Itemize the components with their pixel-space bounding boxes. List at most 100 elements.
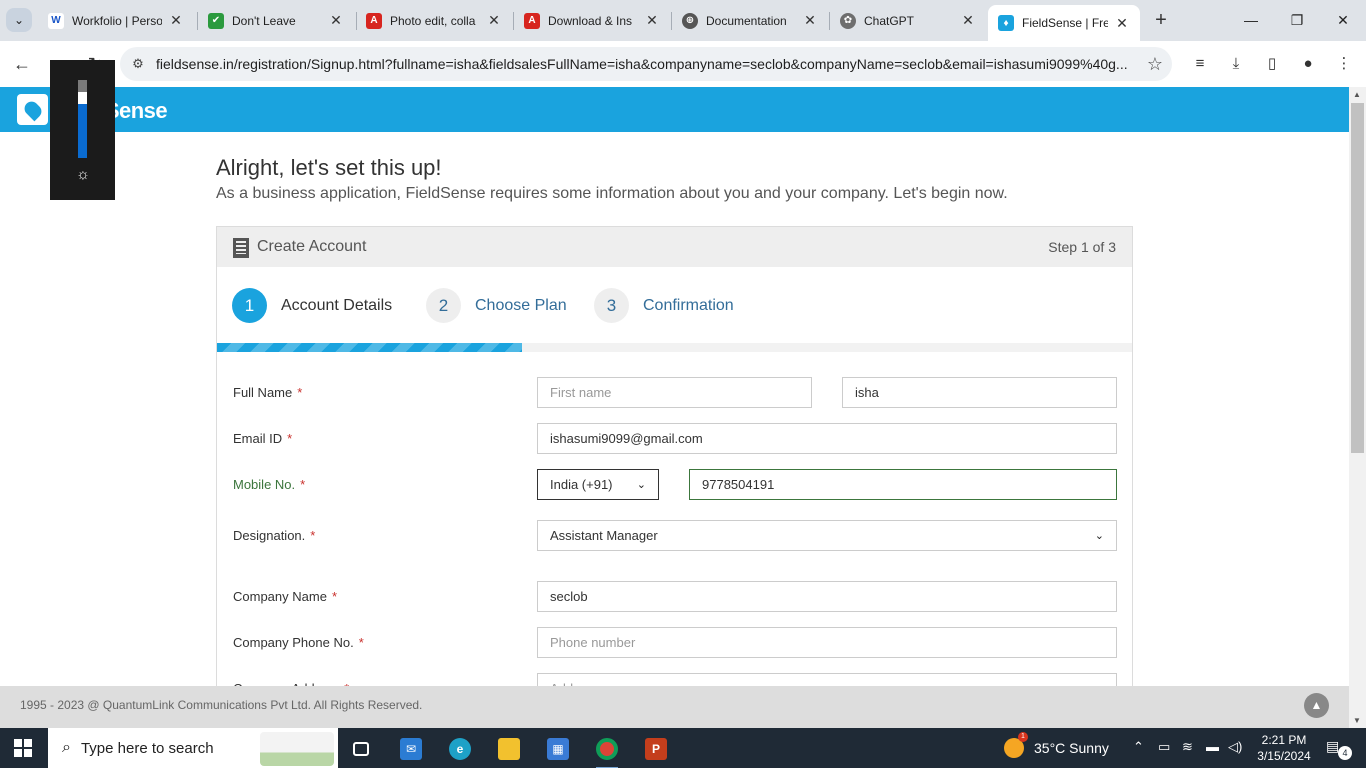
download-icon[interactable]: ⤓ (1223, 51, 1249, 77)
close-icon[interactable]: ✕ (644, 12, 660, 29)
country-code-value: India (+91) (550, 477, 613, 492)
brightness-slider[interactable] (78, 80, 87, 158)
tab-download[interactable]: A Download & Ins ✕ (514, 6, 670, 35)
tab-dont-leave[interactable]: ✔ Don't Leave ✕ (198, 6, 354, 35)
restore-icon: ❐ (1290, 12, 1304, 28)
chrome-icon[interactable] (592, 734, 622, 768)
company-phone-input[interactable]: Phone number (537, 627, 1117, 658)
close-icon[interactable]: ✕ (168, 12, 184, 29)
system-clock[interactable]: 2:21 PM 3/15/2024 (1256, 732, 1312, 764)
fieldsense-favicon-icon: ♦ (998, 15, 1014, 31)
meet-now-icon[interactable]: ▭ (1158, 739, 1170, 755)
search-icon: ⌕ (62, 739, 71, 756)
country-code-select[interactable]: India (+91) ⌄ (537, 469, 659, 500)
weather-widget[interactable]: 1 35°C Sunny (1004, 732, 1109, 758)
powerpoint-icon[interactable]: P (641, 734, 671, 764)
side-panel-icon[interactable]: ▯ (1259, 51, 1285, 77)
file-explorer-icon[interactable] (494, 734, 524, 764)
designation-label: Designation. * (233, 528, 316, 543)
globe-favicon-icon: ⊕ (682, 12, 698, 29)
page-subtitle: As a business application, FieldSense re… (216, 185, 1008, 202)
tab-title: FieldSense | Free (1022, 16, 1108, 30)
wizard-progress-bar (217, 343, 1132, 352)
step-label: Confirmation (643, 296, 734, 314)
close-icon[interactable]: ✕ (1114, 15, 1130, 32)
mobile-number-input[interactable]: 9778504191 (689, 469, 1117, 500)
tab-documentation[interactable]: ⊕ Documentation ✕ (672, 6, 828, 35)
fieldsense-logo-icon[interactable] (17, 94, 48, 125)
tab-photo-edit[interactable]: A Photo edit, colla ✕ (356, 6, 512, 35)
chevron-down-icon: ⌄ (13, 13, 25, 27)
weather-text: 35°C Sunny (1034, 740, 1109, 756)
step-label: Choose Plan (475, 296, 567, 314)
create-account-panel: Create Account Step 1 of 3 1 Account Det… (216, 226, 1133, 704)
wizard-steps: 1 Account Details 2 Choose Plan 3 Confir… (217, 267, 1132, 343)
notification-center-icon[interactable]: ▤ 4 (1326, 738, 1352, 760)
company-name-input[interactable]: seclob (537, 581, 1117, 612)
tab-title: Photo edit, colla (390, 13, 476, 28)
arrow-left-icon: ← (13, 54, 31, 74)
close-icon[interactable]: ✕ (960, 12, 976, 29)
step-number: 3 (594, 288, 629, 323)
last-name-input[interactable]: isha (842, 377, 1117, 408)
weather-sun-icon: 1 (1004, 732, 1028, 758)
profile-avatar-icon[interactable]: ● (1295, 51, 1321, 77)
tab-title: Workfolio | Perso (72, 13, 162, 28)
volume-icon[interactable]: ◁) (1228, 739, 1242, 755)
reading-list-icon[interactable]: ≡ (1187, 51, 1213, 77)
new-tab-button[interactable]: + (1150, 9, 1172, 31)
restore-button[interactable]: ❐ (1282, 8, 1312, 32)
edge-browser-icon[interactable]: e (445, 734, 475, 764)
store-icon[interactable]: ▦ (543, 734, 573, 764)
adobe-favicon-icon: A (366, 12, 382, 29)
slider-thumb[interactable] (78, 92, 87, 104)
mail-icon[interactable]: ✉ (396, 734, 426, 764)
step-confirmation[interactable]: 3 Confirmation (594, 288, 734, 323)
step-choose-plan[interactable]: 2 Choose Plan (426, 288, 567, 323)
tab-workfolio[interactable]: W Workfolio | Perso ✕ (38, 6, 194, 35)
email-field[interactable]: ishasumi9099@gmail.com (537, 423, 1117, 454)
menu-kebab-icon[interactable]: ⋮ (1331, 51, 1357, 77)
close-icon[interactable]: ✕ (486, 12, 502, 29)
page-scrollbar[interactable]: ▲ ▼ (1349, 87, 1366, 728)
first-name-input[interactable]: First name (537, 377, 812, 408)
building-icon (233, 238, 249, 258)
search-placeholder: Type here to search (80, 739, 214, 757)
adobe-favicon-icon: A (524, 12, 540, 29)
windows-start-icon[interactable] (14, 739, 32, 757)
windows-taskbar: ⌕ Type here to search ✉ e ▦ P 1 35°C Sun… (0, 728, 1366, 768)
tab-fieldsense[interactable]: ♦ FieldSense | Free ✕ (988, 5, 1140, 41)
tab-strip: ⌄ W Workfolio | Perso ✕ ✔ Don't Leave ✕ … (0, 0, 1366, 41)
back-button[interactable]: ← (9, 51, 35, 77)
tab-chatgpt[interactable]: ✿ ChatGPT ✕ (830, 6, 986, 35)
workfolio-favicon-icon: W (48, 12, 64, 29)
close-icon[interactable]: ✕ (802, 12, 818, 29)
designation-select[interactable]: Assistant Manager ⌄ (537, 520, 1117, 551)
checkbox-favicon-icon: ✔ (208, 12, 224, 29)
tab-title: Download & Ins (548, 13, 633, 28)
chevron-up-icon[interactable]: ⌃ (1133, 739, 1144, 755)
task-view-icon[interactable] (346, 734, 376, 764)
close-icon[interactable]: ✕ (328, 12, 344, 29)
plus-icon: + (1155, 9, 1167, 31)
site-info-icon[interactable]: ⚙ (120, 56, 156, 72)
page-footer: 1995 - 2023 @ QuantumLink Communications… (0, 686, 1349, 728)
minimize-button[interactable]: — (1236, 8, 1266, 32)
site-header: FieldSense (0, 87, 1349, 132)
step-account-details[interactable]: 1 Account Details (232, 288, 392, 323)
clock-date: 3/15/2024 (1257, 749, 1311, 763)
email-label: Email ID * (233, 431, 293, 446)
scrollbar-thumb[interactable] (1351, 103, 1364, 453)
wifi-icon[interactable]: ≋ (1182, 739, 1193, 755)
weather-badge: 1 (1018, 732, 1028, 742)
tab-search-button[interactable]: ⌄ (6, 8, 32, 32)
bookmark-star-icon[interactable]: ☆ (1138, 54, 1172, 75)
scroll-to-top-button[interactable]: ▲ (1304, 693, 1329, 718)
battery-icon[interactable]: ▬ (1206, 739, 1219, 754)
address-bar[interactable]: ⚙ fieldsense.in/registration/Signup.html… (120, 47, 1172, 81)
scroll-up-icon[interactable]: ▲ (1353, 90, 1361, 99)
scroll-down-icon[interactable]: ▼ (1353, 716, 1361, 725)
close-window-button[interactable]: ✕ (1328, 8, 1358, 32)
url-text[interactable]: fieldsense.in/registration/Signup.html?f… (156, 56, 1138, 72)
taskbar-search-box[interactable]: ⌕ Type here to search (48, 728, 338, 768)
